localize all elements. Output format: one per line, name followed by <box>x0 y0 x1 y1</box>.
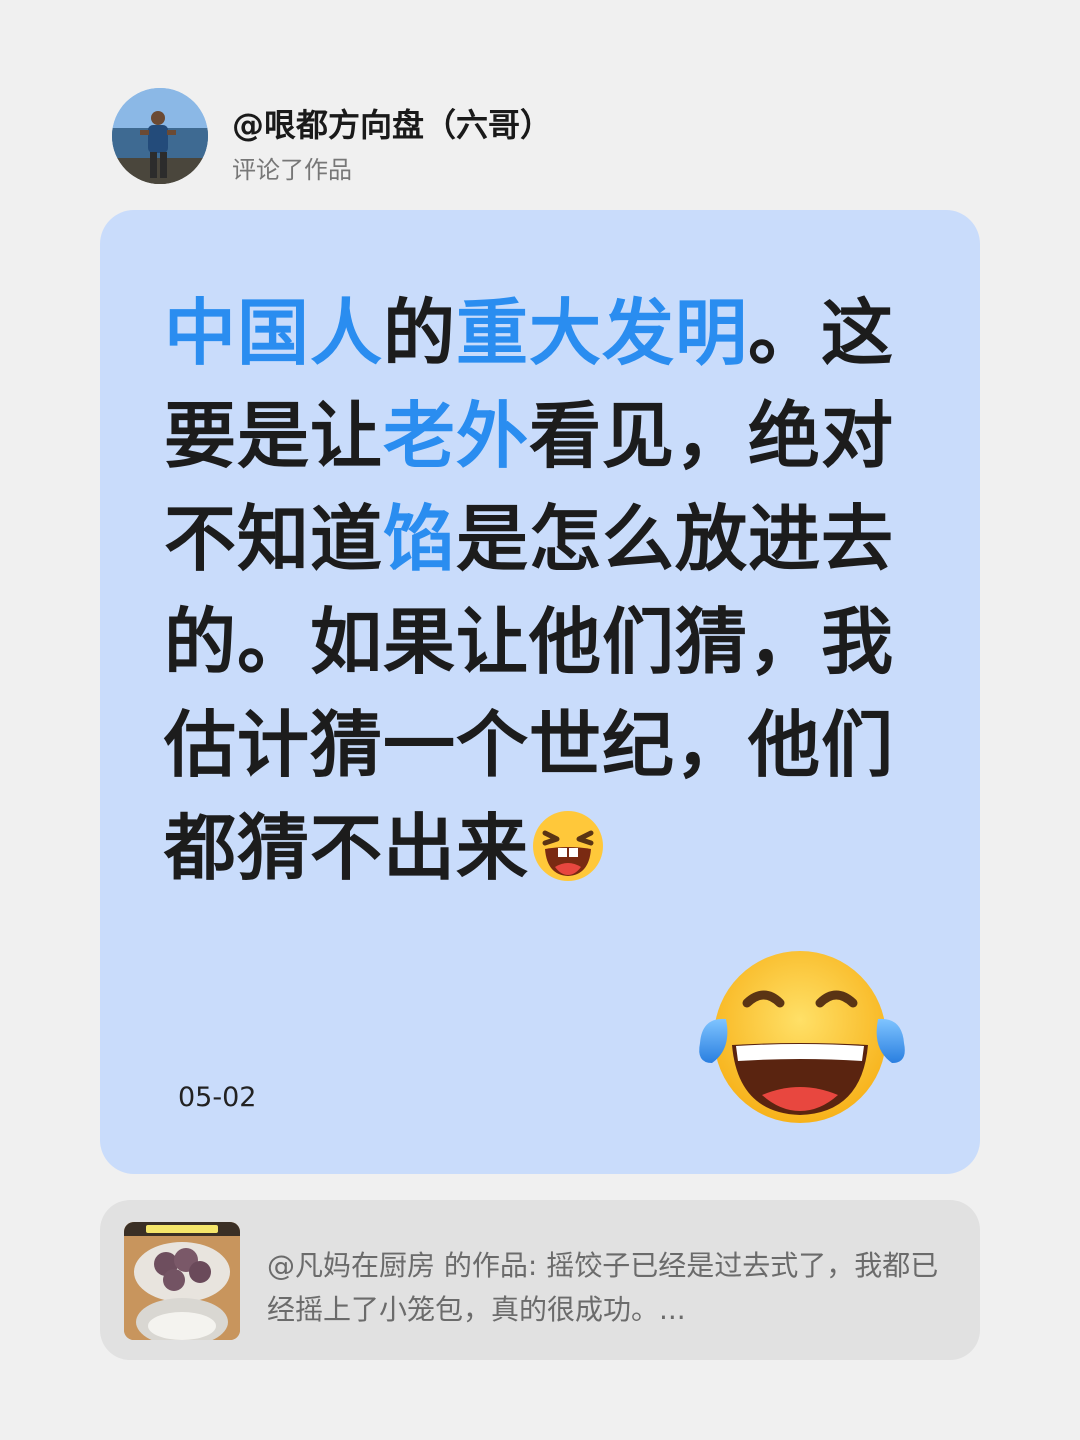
comment-card[interactable]: 中国人的重大发明。这要是让老外看见，绝对不知道馅是怎么放进去的。如果让他们猜，我… <box>100 210 980 1174</box>
avatar-photo <box>112 88 208 184</box>
username[interactable]: @哏都方向盘（六哥） <box>232 100 552 146</box>
comment-segment: 的 <box>383 291 457 375</box>
comment-text: 中国人的重大发明。这要是让老外看见，绝对不知道馅是怎么放进去的。如果让他们猜，我… <box>164 282 904 900</box>
tears-of-joy-emoji <box>699 951 905 1123</box>
video-description: @凡妈在厨房 的作品: 摇饺子已经是过去式了，我都已经摇上了小笼包，真的很成功。… <box>267 1249 939 1326</box>
comment-highlight: 馅 <box>383 497 457 581</box>
comment-header: @哏都方向盘（六哥） 评论了作品 <box>112 88 912 188</box>
video-thumbnail[interactable] <box>124 1222 240 1340</box>
action-text: 评论了作品 <box>232 156 352 184</box>
user-avatar[interactable] <box>112 88 208 184</box>
comment-highlight: 重大发明 <box>456 291 749 375</box>
referenced-video-card[interactable]: @凡妈在厨房 的作品: 摇饺子已经是过去式了，我都已经摇上了小笼包，真的很成功。… <box>100 1200 980 1360</box>
comment-highlight: 老外 <box>383 394 530 478</box>
comment-highlight: 中国人 <box>164 291 384 375</box>
comment-date: 05-02 <box>178 1082 257 1113</box>
dumplings-thumbnail-icon <box>124 1222 240 1340</box>
laughing-grin-emoji <box>533 811 604 881</box>
